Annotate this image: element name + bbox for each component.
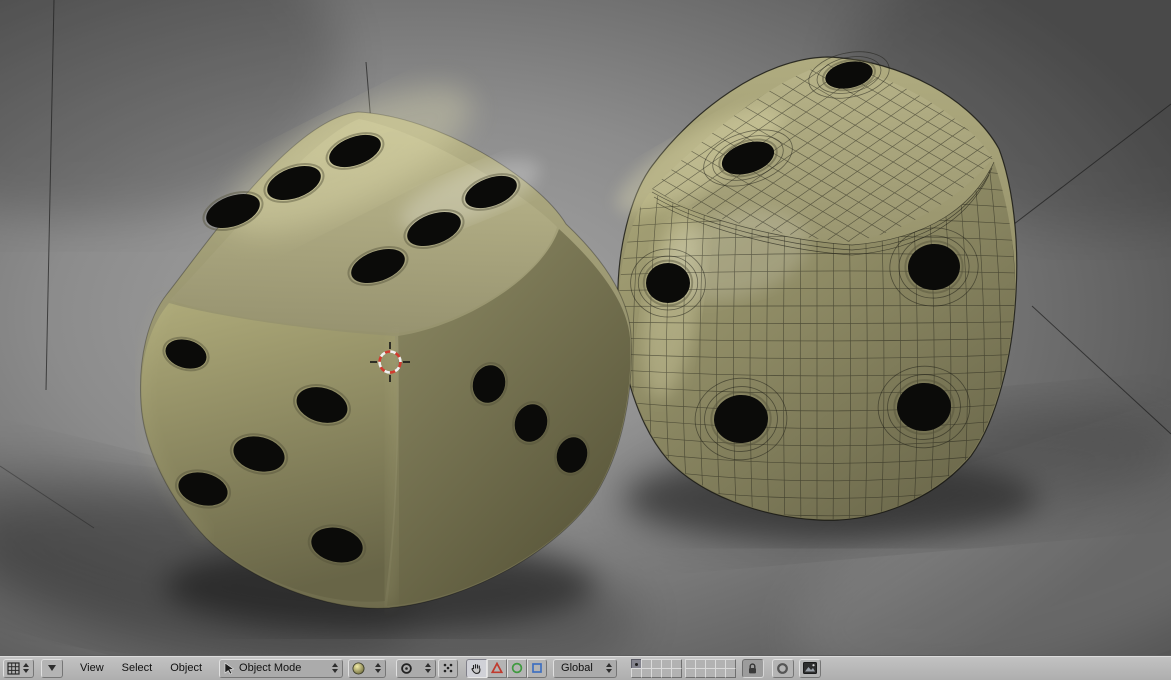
mode-dropdown-value: Object Mode bbox=[239, 662, 302, 674]
viewport-header: View Select Object Object Mode Global bbox=[0, 655, 1171, 680]
pivot-dropdown[interactable] bbox=[396, 658, 437, 678]
manipulator-rotate-button[interactable] bbox=[507, 658, 528, 678]
layer-button-15[interactable] bbox=[671, 668, 683, 678]
layer-buttons bbox=[631, 659, 737, 678]
manipulator-scale-icon bbox=[531, 662, 543, 674]
menu-collapse-icon bbox=[48, 665, 56, 671]
ring-button[interactable] bbox=[772, 658, 795, 678]
render-window-button[interactable] bbox=[799, 658, 822, 678]
menu-object[interactable]: Object bbox=[161, 662, 211, 674]
editor-type-grid-icon bbox=[7, 661, 20, 675]
ring-icon bbox=[776, 662, 789, 675]
menu-select[interactable]: Select bbox=[113, 662, 162, 674]
layer-group-1 bbox=[631, 659, 683, 678]
orientation-dropdown[interactable]: Global bbox=[553, 658, 618, 678]
pivot-dropdown-spinner bbox=[425, 663, 432, 673]
mode-dropdown-spinner bbox=[332, 663, 339, 673]
render-image-icon bbox=[803, 662, 818, 674]
manipulator-translate-button[interactable] bbox=[487, 658, 508, 678]
manipulator-translate-icon bbox=[491, 662, 504, 674]
editor-type-button[interactable] bbox=[3, 658, 34, 678]
object-mode-icon bbox=[223, 661, 235, 675]
draw-type-sphere-icon bbox=[352, 662, 365, 675]
lock-icon bbox=[746, 662, 759, 675]
manipulator-scale-button[interactable] bbox=[527, 658, 548, 678]
blender-window: View Select Object Object Mode Global bbox=[0, 0, 1171, 680]
editor-type-spinner bbox=[23, 663, 29, 673]
move-centers-icon bbox=[442, 662, 454, 674]
layer-button-20[interactable] bbox=[725, 668, 737, 678]
move-centers-button[interactable] bbox=[438, 658, 459, 678]
mode-dropdown[interactable]: Object Mode bbox=[219, 658, 344, 678]
header-menus-collapse-button[interactable] bbox=[41, 658, 63, 678]
orientation-dropdown-spinner bbox=[606, 663, 613, 673]
layer-group-2 bbox=[685, 659, 737, 678]
draw-type-dropdown[interactable] bbox=[348, 658, 387, 678]
orientation-dropdown-value: Global bbox=[561, 662, 593, 674]
manipulator-rotate-icon bbox=[511, 662, 523, 674]
pivot-point-icon bbox=[400, 662, 413, 675]
manipulator-hand-icon bbox=[470, 662, 483, 675]
viewport-3d[interactable] bbox=[0, 0, 1171, 655]
lock-layers-button[interactable] bbox=[742, 658, 765, 678]
menu-view[interactable]: View bbox=[71, 662, 113, 674]
draw-type-spinner bbox=[375, 663, 382, 673]
manipulator-toggle-button[interactable] bbox=[466, 658, 488, 678]
